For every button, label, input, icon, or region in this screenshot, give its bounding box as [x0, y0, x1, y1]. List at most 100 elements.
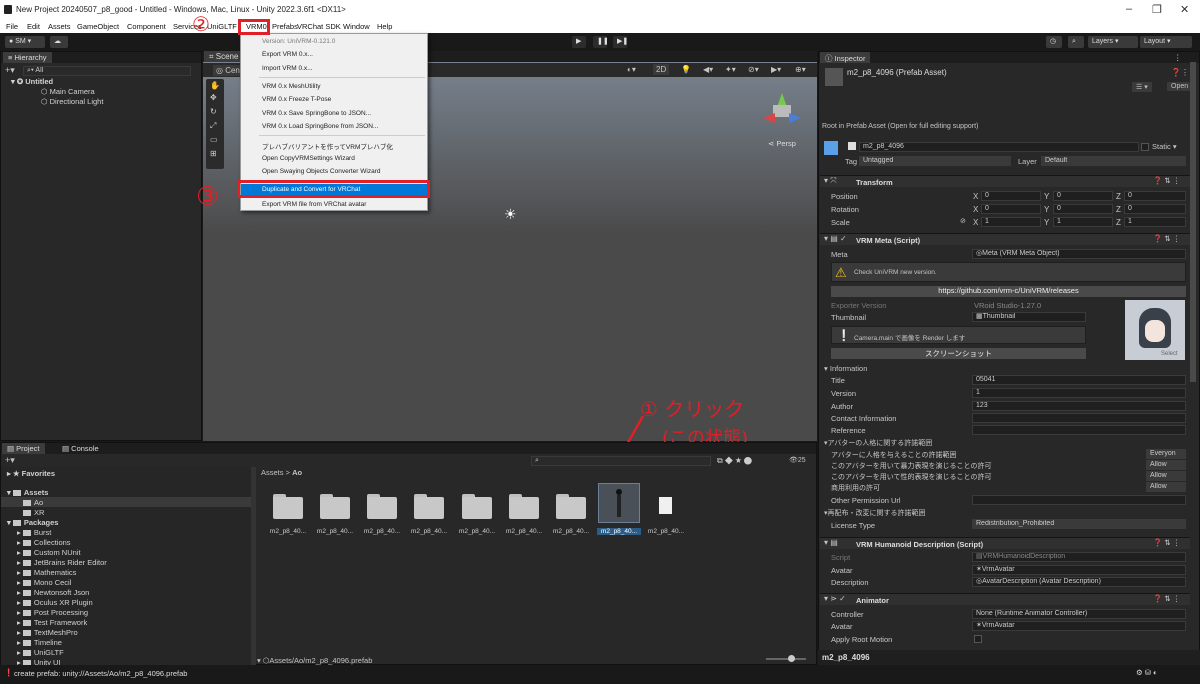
tree-package[interactable]: ▸ Custom NUnit: [17, 548, 81, 557]
add-icon[interactable]: +▾: [5, 65, 15, 76]
hierarchy-item-directional-light[interactable]: ⬡ Directional Light: [41, 97, 103, 106]
menu-unigltf[interactable]: UniGLTF: [207, 22, 237, 31]
gizmos-icon[interactable]: ⊕▾: [795, 65, 806, 74]
camera-settings-icon[interactable]: ▶▾: [771, 65, 781, 74]
position-z-field[interactable]: 0: [1124, 191, 1186, 201]
play-icon[interactable]: ▶: [572, 36, 586, 48]
file-icon[interactable]: [659, 497, 672, 514]
releases-link-button[interactable]: https://github.com/vrm-c/UniVRM/releases: [831, 286, 1186, 297]
orientation-gizmo[interactable]: [763, 91, 803, 131]
tree-package[interactable]: ▸ Newtonsoft Json: [17, 588, 89, 597]
menu-item-mesh-utility[interactable]: VRM 0.x MeshUtility: [262, 83, 321, 90]
sexual-usage-dropdown[interactable]: Allow: [1146, 471, 1186, 481]
hierarchy-item-main-camera[interactable]: ⬡ Main Camera: [41, 87, 95, 96]
information-foldout[interactable]: ▾ Information: [824, 364, 867, 373]
folder-icon[interactable]: [556, 494, 586, 520]
tree-package[interactable]: ▸ Post Processing: [17, 608, 88, 617]
menu-gameobject[interactable]: GameObject: [77, 22, 119, 31]
rotate-tool-icon[interactable]: ↻: [210, 107, 217, 116]
pause-icon[interactable]: ❚❚: [593, 36, 609, 48]
project-search-input[interactable]: ⌕: [531, 456, 711, 466]
static-dropdown[interactable]: Static ▾: [1152, 142, 1177, 151]
transform-tool-icon[interactable]: ⊞: [210, 149, 217, 158]
tree-assets[interactable]: ▾ Assets: [7, 488, 48, 497]
inspector-scrollbar[interactable]: [1190, 62, 1196, 382]
component-menu-icons[interactable]: ❓ ⇅ ⋮: [1153, 234, 1180, 243]
breadcrumb-assets[interactable]: Assets: [261, 468, 284, 477]
menu-vrchat-sdk[interactable]: VRChat SDK: [297, 22, 341, 31]
layer-dropdown[interactable]: Default: [1041, 156, 1186, 166]
tree-scrollbar[interactable]: [251, 467, 256, 666]
tree-package[interactable]: ▸ JetBrains Rider Editor: [17, 558, 107, 567]
layers-dropdown[interactable]: Layers ▾: [1088, 36, 1138, 48]
version-field[interactable]: 1: [972, 388, 1186, 398]
thumbnail-field[interactable]: ▦Thumbnail: [972, 312, 1086, 322]
menu-item-copy-vrm-settings[interactable]: Open CopyVRMSettings Wizard: [262, 155, 355, 162]
scale-lock-icon[interactable]: ⊘: [960, 217, 966, 225]
scale-z-field[interactable]: 1: [1124, 217, 1186, 227]
scale-y-field[interactable]: 1: [1053, 217, 1113, 227]
status-tool-icons[interactable]: ⚙ ⛁ ◐: [1136, 668, 1158, 677]
menu-item-export-from-vrchat[interactable]: Export VRM file from VRChat avatar: [262, 201, 366, 208]
maximize-icon[interactable]: ❐: [1152, 3, 1162, 16]
title-field[interactable]: 05041: [972, 375, 1186, 385]
hierarchy-search-input[interactable]: ⌕▾ All: [23, 66, 191, 76]
toggle-2d-button[interactable]: 2D: [653, 64, 670, 75]
violent-usage-dropdown[interactable]: Allow: [1146, 460, 1186, 470]
persona-permissions-foldout[interactable]: ▾アバターの人格に関する許諾範囲: [824, 438, 932, 448]
tab-scene[interactable]: ⌗ Scene: [204, 51, 244, 62]
tree-package[interactable]: ▸ TextMeshPro: [17, 628, 78, 637]
folder-icon[interactable]: [414, 494, 444, 520]
sun-icon[interactable]: ☀: [504, 206, 517, 223]
menu-item-freeze-tpose[interactable]: VRM 0.x Freeze T-Pose: [262, 96, 331, 103]
shading-icon[interactable]: ◐▾: [627, 65, 636, 74]
tree-package[interactable]: ▸ Mono Cecil: [17, 578, 71, 587]
thumbnail-select-label[interactable]: Select: [1161, 351, 1178, 357]
help-icon[interactable]: ❓: [1171, 68, 1181, 77]
contact-field[interactable]: [972, 413, 1186, 423]
redistribution-foldout[interactable]: ▾再配布・改変に関する許諾範囲: [824, 508, 926, 518]
screenshot-button[interactable]: スクリーンショット: [831, 348, 1086, 359]
tree-packages[interactable]: ▾ Packages: [7, 518, 58, 527]
scale-tool-icon[interactable]: ⤢: [210, 121, 216, 131]
rect-tool-icon[interactable]: ▭: [210, 135, 218, 144]
minimize-icon[interactable]: –: [1126, 3, 1132, 15]
search-icon[interactable]: ⌕: [1068, 36, 1084, 48]
tree-package[interactable]: ▸ Test Framework: [17, 618, 87, 627]
step-icon[interactable]: ▶❚: [613, 36, 628, 48]
inspector-options-button[interactable]: ☰ ▾: [1132, 82, 1152, 92]
breadcrumb-ao[interactable]: Ao: [292, 468, 302, 477]
tree-package[interactable]: ▸ Mathematics: [17, 568, 76, 577]
menu-component[interactable]: Component: [127, 22, 166, 31]
author-field[interactable]: 123: [972, 401, 1186, 411]
tree-favorites[interactable]: ▸ ★ Favorites: [7, 469, 55, 478]
folder-icon[interactable]: [367, 494, 397, 520]
tree-package[interactable]: ▸ Timeline: [17, 638, 62, 647]
effects-icon[interactable]: ✦▾: [725, 65, 736, 74]
tab-console[interactable]: ▤ Console: [57, 443, 104, 454]
controller-field[interactable]: None (Runtime Animator Controller): [972, 609, 1186, 619]
other-permission-field[interactable]: [972, 495, 1186, 505]
menu-assets[interactable]: Assets: [48, 22, 71, 31]
prefab-thumbnail[interactable]: [598, 483, 640, 523]
animator-header[interactable]: Animator: [820, 593, 1190, 605]
tree-item-ao[interactable]: Ao: [23, 498, 43, 507]
position-x-field[interactable]: 0: [981, 191, 1041, 201]
zoom-slider-handle[interactable]: [788, 655, 795, 662]
cloud-icon[interactable]: ☁: [50, 36, 68, 48]
menu-item-export-vrm[interactable]: Export VRM 0.x...: [262, 51, 313, 58]
menu-file[interactable]: File: [6, 22, 18, 31]
audio-icon[interactable]: ◀▾: [703, 65, 713, 74]
move-tool-icon[interactable]: ✥: [210, 93, 217, 102]
animator-avatar-field[interactable]: ✶VrmAvatar: [972, 621, 1186, 631]
lighting-icon[interactable]: 💡: [681, 65, 691, 74]
hierarchy-scene-root[interactable]: ▾ ✪ Untitled: [11, 77, 53, 86]
tab-hierarchy[interactable]: ≡ Hierarchy: [3, 52, 52, 63]
tab-project[interactable]: ▤ Project: [2, 443, 45, 454]
menu-prefabs[interactable]: Prefabs: [272, 22, 298, 31]
view-tool-icon[interactable]: ✋: [210, 81, 220, 90]
reference-field[interactable]: [972, 425, 1186, 435]
project-filter-icons[interactable]: ⧉ ◆ ★ ⬤: [717, 456, 752, 466]
object-name-field[interactable]: m2_p8_4096: [859, 142, 1139, 152]
layout-dropdown[interactable]: Layout ▾: [1140, 36, 1192, 48]
